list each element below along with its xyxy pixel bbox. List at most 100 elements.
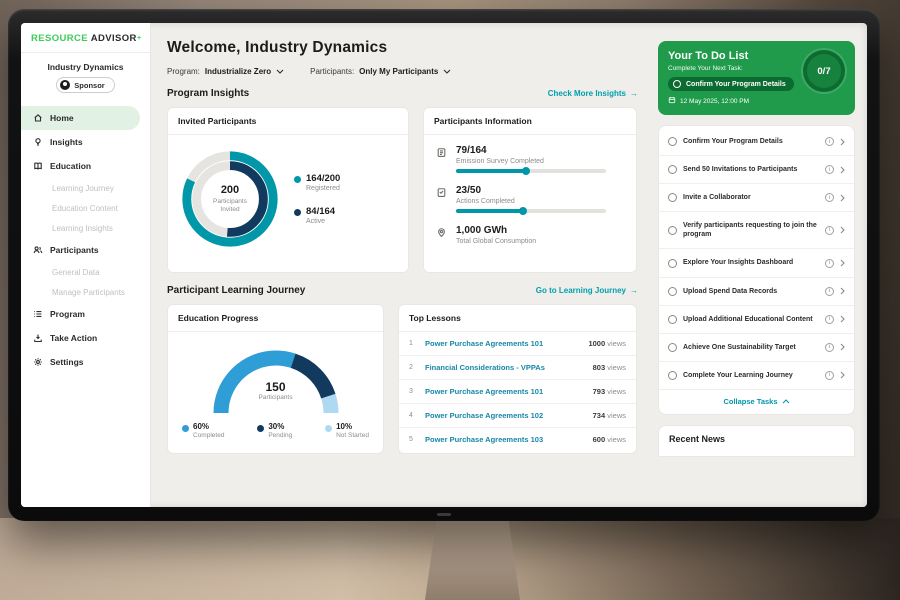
download-icon [33,333,43,343]
learning-journey-header: Participant Learning Journey Go to Learn… [167,285,638,296]
page-title: Welcome, Industry Dynamics [167,39,638,57]
legend-item-registered: 164/200 Registered [294,173,340,192]
chevron-right-icon [840,138,845,146]
lesson-link[interactable]: Power Purchase Agreements 103 [425,435,585,444]
info-icon[interactable]: i [825,193,834,202]
info-icon[interactable]: i [825,343,834,352]
clipboard-icon [436,145,448,173]
chevron-down-icon [276,67,284,76]
education-progress-card: Education Progress 150 Participants [167,304,384,454]
link-label: Check More Insights [548,89,626,98]
sponsor-badge[interactable]: Sponsor [56,77,114,93]
lesson-row[interactable]: 2 Financial Considerations - VPPAs 803 v… [399,356,636,380]
filter-value: Industrialize Zero [205,67,271,76]
program-filter-dropdown[interactable]: Program: Industrialize Zero [167,67,284,76]
filter-label: Program: [167,67,200,76]
checkbox-icon[interactable] [668,137,677,146]
collapse-tasks-link[interactable]: Collapse Tasks [659,390,854,412]
lesson-link[interactable]: Power Purchase Agreements 101 [425,387,585,396]
due-date: 12 May 2025, 12:00 PM [668,96,794,106]
sidebar-item-learning-journey[interactable]: Learning Journey [21,178,150,198]
task-row-invite-collaborator[interactable]: Invite a Collaborator i [659,184,854,212]
task-row-send-invitations[interactable]: Send 50 Invitations to Participants i [659,156,854,184]
lesson-link[interactable]: Power Purchase Agreements 101 [425,339,580,348]
checkbox-icon[interactable] [668,259,677,268]
chevron-right-icon [840,226,845,234]
app-logo: RESOURCE ADVISOR+ [21,33,150,53]
lesson-row[interactable]: 5 Power Purchase Agreements 103 600 view… [399,428,636,451]
checkbox-icon[interactable] [668,193,677,202]
org-name: Industry Dynamics [25,62,146,72]
info-icon[interactable]: i [825,259,834,268]
info-icon[interactable]: i [825,226,834,235]
sidebar-item-education[interactable]: Education [21,154,150,178]
info-icon[interactable]: i [825,371,834,380]
recent-news-header: Recent News [658,425,855,457]
info-icon[interactable]: i [825,165,834,174]
chevron-right-icon [840,259,845,267]
sidebar-item-settings[interactable]: Settings [21,350,150,374]
task-row-confirm-program[interactable]: Confirm Your Program Details i [659,128,854,156]
section-title: Program Insights [167,88,249,99]
lesson-row[interactable]: 4 Power Purchase Agreements 102 734 view… [399,404,636,428]
calendar-icon [668,96,676,106]
task-row-achieve-target[interactable]: Achieve One Sustainability Target i [659,334,854,362]
card-title: Top Lessons [399,305,636,332]
next-task-pill[interactable]: Confirm Your Program Details [668,77,794,91]
checkbox-icon[interactable] [668,343,677,352]
lesson-row[interactable]: 1 Power Purchase Agreements 101 1000 vie… [399,332,636,356]
participants-filter-dropdown[interactable]: Participants: Only My Participants [310,67,451,76]
invited-total-label: Participants Invited [206,198,254,214]
power-led [437,513,451,516]
lesson-link[interactable]: Power Purchase Agreements 102 [425,411,585,420]
info-icon[interactable]: i [825,287,834,296]
checkbox-icon[interactable] [668,287,677,296]
logo-plus: + [137,33,142,42]
sidebar-item-insights[interactable]: Insights [21,130,150,154]
task-row-explore-insights[interactable]: Explore Your Insights Dashboard i [659,249,854,277]
sidebar-item-manage-participants[interactable]: Manage Participants [21,282,150,302]
sidebar-item-education-content[interactable]: Education Content [21,198,150,218]
lesson-row[interactable]: 3 Power Purchase Agreements 101 793 view… [399,380,636,404]
program-insights-header: Program Insights Check More Insights → [167,88,638,99]
insights-cards: Invited Participants 200 Partic [167,107,638,273]
checkbox-icon[interactable] [668,315,677,324]
todo-progress-ring: 0/7 [803,50,845,92]
sidebar-item-learning-insights[interactable]: Learning Insights [21,218,150,238]
sidebar-item-participants[interactable]: Participants [21,238,150,262]
info-icon[interactable]: i [825,315,834,324]
task-row-verify-participants[interactable]: Verify participants requesting to join t… [659,212,854,249]
sidebar-item-general-data[interactable]: General Data [21,262,150,282]
gauge-total: 150 [168,380,383,394]
lesson-link[interactable]: Financial Considerations - VPPAs [425,363,585,372]
sidebar-item-label: Insights [50,137,83,147]
location-pin-icon [436,225,448,249]
invited-participants-card: Invited Participants 200 Partic [167,107,409,273]
sidebar-item-program[interactable]: Program [21,302,150,326]
task-row-upload-educational-content[interactable]: Upload Additional Educational Content i [659,306,854,334]
sidebar-item-label: Settings [50,357,84,367]
not-started-dot [325,425,332,432]
lightbulb-icon [33,137,43,147]
checklist-icon [436,185,448,213]
arrow-right-icon: → [630,89,638,98]
actions-progressbar [456,209,606,213]
invited-legend: 164/200 Registered 84/164 Active [294,173,340,225]
sidebar-item-take-action[interactable]: Take Action [21,326,150,350]
checkbox-icon[interactable] [668,226,677,235]
checkbox-icon[interactable] [668,371,677,380]
task-row-complete-learning-journey[interactable]: Complete Your Learning Journey i [659,362,854,390]
sidebar-item-home[interactable]: Home [21,106,140,130]
todo-title: Your To Do List [668,50,794,62]
card-title: Participants Information [424,108,636,135]
info-icon[interactable]: i [825,137,834,146]
checkbox-icon[interactable] [668,165,677,174]
todo-summary-card: Your To Do List Complete Your Next Task:… [658,41,855,115]
task-row-upload-spend-data[interactable]: Upload Spend Data Records i [659,278,854,306]
check-more-insights-link[interactable]: Check More Insights → [548,89,638,98]
home-icon [33,113,43,123]
go-to-learning-journey-link[interactable]: Go to Learning Journey → [536,286,638,295]
sidebar: RESOURCE ADVISOR+ Industry Dynamics Spon… [21,23,151,507]
next-task-label: Confirm Your Program Details [686,81,786,88]
chevron-down-icon [443,67,451,76]
